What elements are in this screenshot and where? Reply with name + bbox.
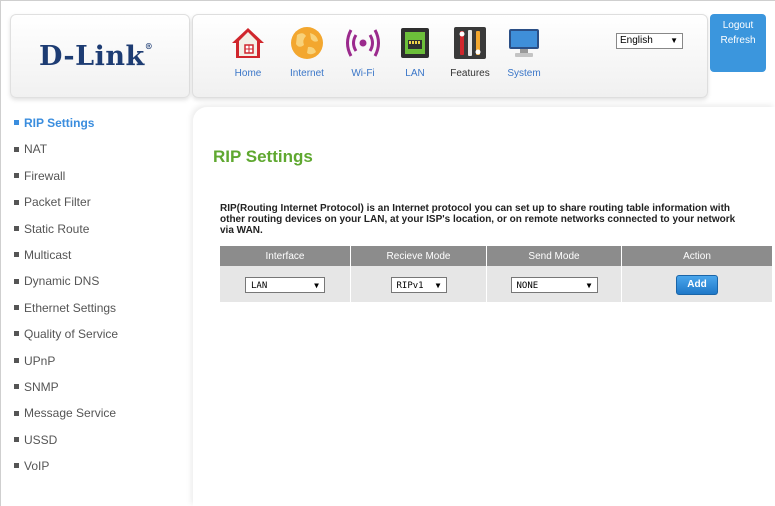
sidebar-item-label: Ethernet Settings: [24, 300, 117, 315]
logout-link[interactable]: Logout: [710, 20, 766, 31]
nav-item-features[interactable]: Features: [445, 23, 495, 89]
sidebar-item-label: Dynamic DNS: [24, 274, 100, 289]
sidebar-item-label: RIP Settings: [24, 116, 95, 130]
bullet-square-icon: [14, 305, 19, 311]
bullet-square-icon: [14, 463, 19, 469]
top-nav-bar: Home Internet Wi-Fi LAN Features System: [192, 14, 708, 98]
bullet-square-icon: [14, 410, 19, 416]
column-header-interface: Interface: [220, 246, 351, 266]
chevron-down-icon: ▼: [586, 281, 592, 290]
sidebar-item-snmp[interactable]: SNMP: [14, 379, 184, 405]
rip-settings-table: Interface Recieve Mode Send Mode Action …: [220, 246, 773, 302]
wifi-icon: [346, 29, 380, 57]
chevron-down-icon: ▼: [314, 281, 319, 290]
nav-label-features: Features: [450, 68, 490, 79]
globe-icon: [291, 27, 323, 59]
refresh-link[interactable]: Refresh: [710, 35, 766, 46]
send-mode-cell: NONE ▼: [486, 266, 622, 302]
chevron-down-icon: ▼: [670, 36, 678, 45]
nav-item-home[interactable]: Home: [223, 23, 273, 89]
language-select[interactable]: English ▼: [616, 33, 683, 49]
sidebar-item-multicast[interactable]: Multicast: [14, 247, 184, 273]
home-icon: [232, 28, 264, 58]
sidebar-item-label: UPnP: [24, 353, 56, 368]
sidebar-item-ussd[interactable]: USSD: [14, 432, 184, 458]
sidebar-item-voip[interactable]: VoIP: [14, 458, 184, 484]
sidebar-item-label: NAT: [24, 142, 48, 157]
interface-select-value: LAN: [251, 281, 268, 291]
sidebar-item-label: Firewall: [24, 168, 66, 183]
features-tools-icon: [454, 27, 486, 59]
sidebar-menu: RIP Settings NAT Firewall Packet Filter …: [14, 115, 184, 484]
column-header-receive-mode: Recieve Mode: [350, 246, 487, 266]
bullet-square-icon: [14, 278, 19, 284]
computer-monitor-icon: [509, 29, 539, 57]
bullet-square-icon: [14, 437, 19, 443]
bullet-square-icon: [14, 225, 19, 231]
account-panel: Logout Refresh: [710, 14, 766, 72]
bullet-square-icon: [14, 331, 19, 337]
lan-port-icon: [401, 28, 429, 58]
add-button[interactable]: Add: [676, 274, 718, 295]
sidebar-item-static-route[interactable]: Static Route: [14, 221, 184, 247]
receive-mode-select-value: RIPv1: [396, 281, 424, 291]
bullet-square-icon: [14, 252, 19, 258]
language-selected-value: English: [620, 35, 653, 46]
action-cell: Add: [621, 266, 773, 302]
interface-cell: LAN ▼: [220, 266, 351, 302]
nav-item-lan[interactable]: LAN: [390, 23, 440, 89]
nav-label-wifi: Wi-Fi: [351, 68, 375, 79]
brand-logo-panel: D-Link®: [10, 14, 190, 98]
column-header-send-mode: Send Mode: [486, 246, 622, 266]
bullet-square-icon: [14, 357, 19, 363]
nav-item-wifi[interactable]: Wi-Fi: [338, 23, 388, 89]
column-header-action: Action: [621, 246, 773, 266]
sidebar-item-label: Multicast: [24, 247, 72, 262]
nav-label-lan: LAN: [405, 68, 425, 79]
nav-item-system[interactable]: System: [499, 23, 549, 89]
bullet-square-icon: [14, 146, 19, 152]
sidebar-item-label: SNMP: [24, 379, 59, 394]
chevron-down-icon: ▼: [435, 281, 441, 290]
nav-label-internet: Internet: [290, 68, 324, 79]
sidebar-item-rip-settings[interactable]: RIP Settings: [14, 115, 184, 141]
sidebar-item-message-service[interactable]: Message Service: [14, 405, 184, 431]
bullet-square-icon: [14, 384, 19, 390]
sidebar-item-dynamic-dns[interactable]: Dynamic DNS: [14, 273, 184, 299]
sidebar-item-nat[interactable]: NAT: [14, 141, 184, 167]
main-content: RIP Settings RIP(Routing Internet Protoc…: [193, 107, 775, 506]
send-mode-select[interactable]: NONE ▼: [510, 277, 598, 293]
receive-mode-cell: RIPv1 ▼: [350, 266, 487, 302]
brand-logo: D-Link®: [39, 41, 154, 72]
sidebar-item-label: VoIP: [24, 459, 50, 474]
sidebar-item-label: USSD: [24, 432, 58, 447]
send-mode-select-value: NONE: [516, 281, 539, 291]
sidebar-item-firewall[interactable]: Firewall: [14, 168, 184, 194]
table-row: LAN ▼ RIPv1 ▼ NONE ▼ Add: [220, 266, 773, 302]
sidebar-item-packet-filter[interactable]: Packet Filter: [14, 194, 184, 220]
bullet-square-icon: [14, 120, 19, 126]
sidebar-item-label: Packet Filter: [24, 195, 91, 210]
sidebar-item-ethernet-settings[interactable]: Ethernet Settings: [14, 300, 184, 326]
bullet-square-icon: [14, 173, 19, 179]
nav-label-home: Home: [234, 68, 262, 79]
receive-mode-select[interactable]: RIPv1 ▼: [390, 277, 447, 293]
page-description: RIP(Routing Internet Protocol) is an Int…: [220, 203, 736, 236]
sidebar-item-label: Quality of Service: [24, 327, 119, 342]
sidebar-item-label: Static Route: [24, 221, 90, 236]
table-header-row: Interface Recieve Mode Send Mode Action: [220, 246, 773, 266]
page-title: RIP Settings: [213, 147, 313, 166]
nav-label-system: System: [507, 68, 541, 79]
bullet-square-icon: [14, 199, 19, 205]
sidebar-item-label: Message Service: [24, 406, 117, 421]
nav-item-internet[interactable]: Internet: [282, 23, 332, 89]
sidebar-item-upnp[interactable]: UPnP: [14, 353, 184, 379]
sidebar-item-quality-of-service[interactable]: Quality of Service: [14, 326, 184, 352]
interface-select[interactable]: LAN ▼: [245, 277, 325, 293]
